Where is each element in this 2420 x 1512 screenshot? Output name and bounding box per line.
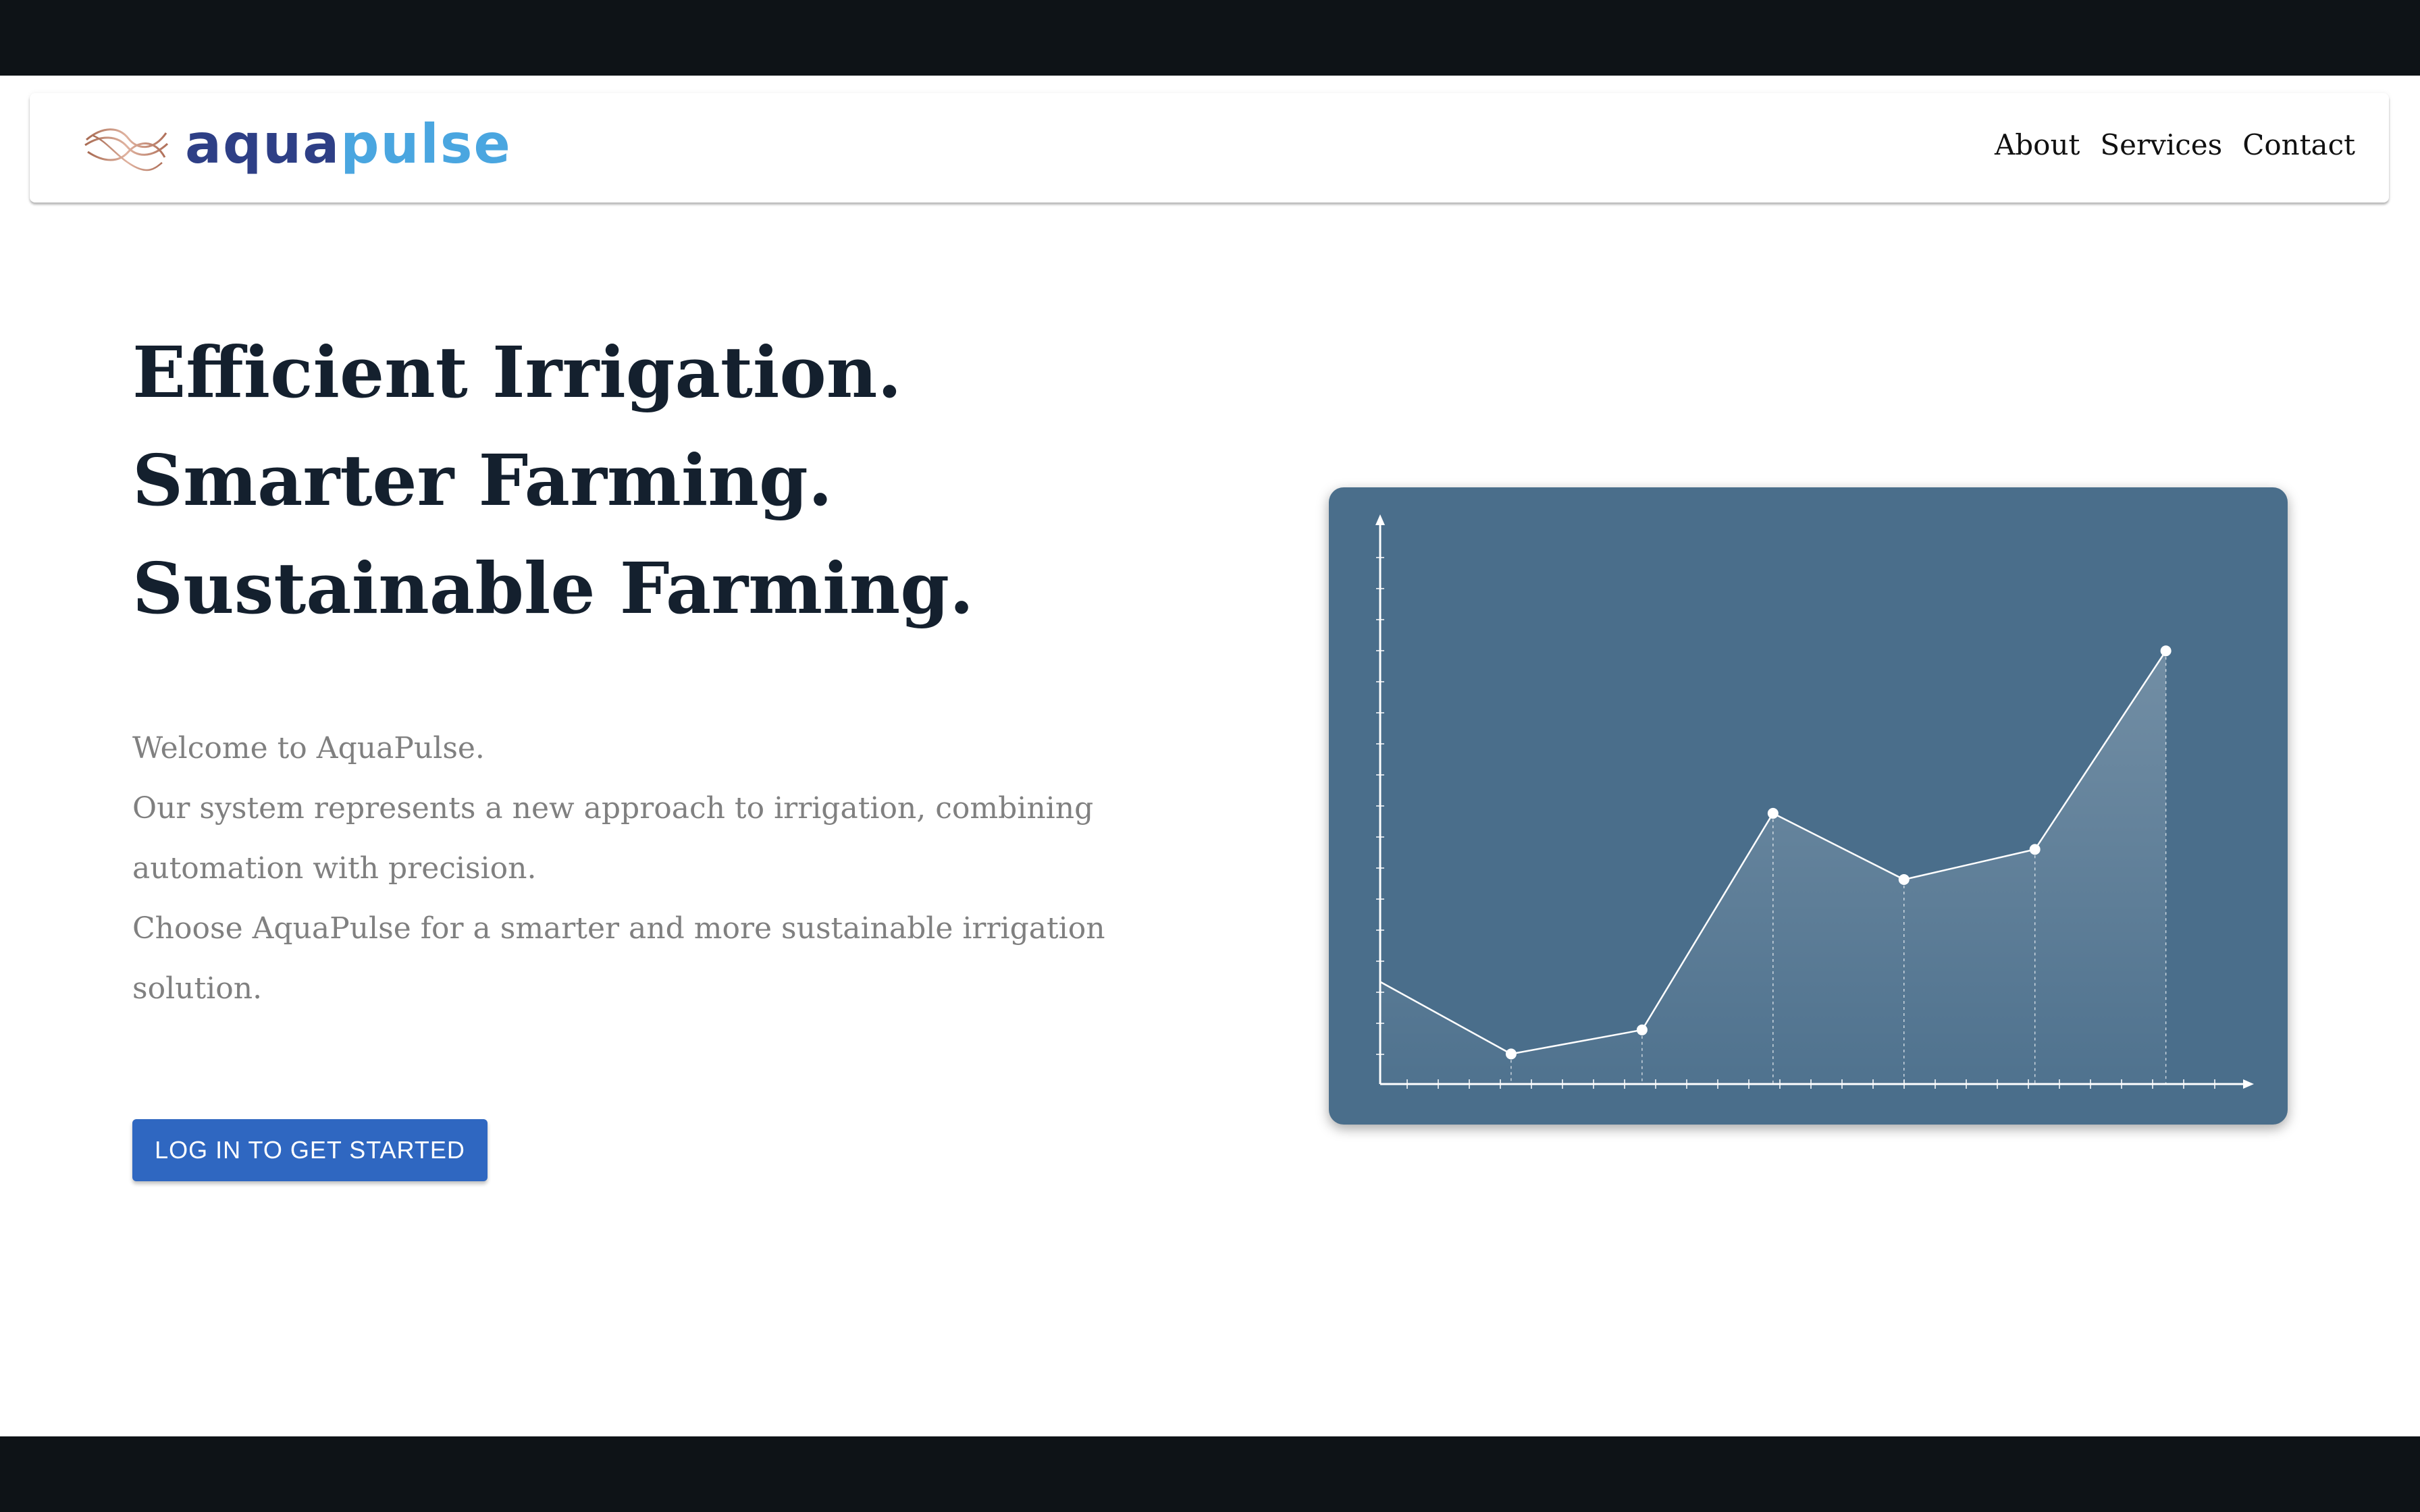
- hero-description: Welcome to AquaPulse. Our system represe…: [132, 718, 1118, 1019]
- hero-headline-line-3: Sustainable Farming.: [132, 547, 974, 630]
- data-point: [2029, 844, 2041, 855]
- data-point: [1767, 807, 1779, 819]
- x-axis-arrow: [2243, 1079, 2254, 1089]
- y-axis-arrow: [1375, 514, 1385, 525]
- data-point: [1898, 873, 1910, 885]
- nav-link-about[interactable]: About: [1995, 128, 2080, 161]
- data-point: [2160, 645, 2172, 657]
- nav-link-services[interactable]: Services: [2100, 128, 2222, 161]
- growth-chart: [1375, 514, 2254, 1089]
- logo-text-aqua: aqua: [185, 113, 341, 176]
- logo[interactable]: aquapulse: [84, 116, 512, 180]
- login-get-started-button[interactable]: LOG IN TO GET STARTED: [132, 1119, 488, 1181]
- chart-card: [1329, 487, 2288, 1125]
- nav-links: About Services Contact: [1995, 128, 2355, 161]
- hero-paragraph-choose: Choose AquaPulse for a smarter and more …: [132, 911, 1105, 1006]
- series-area: [1380, 651, 2166, 1084]
- logo-wave-icon: [84, 128, 169, 171]
- bottom-letterbox-bar: [0, 1436, 2420, 1512]
- top-letterbox-bar: [0, 0, 2420, 76]
- hero-paragraph-welcome: Welcome to AquaPulse.: [132, 731, 485, 765]
- data-point: [1505, 1048, 1517, 1060]
- logo-wordmark: aquapulse: [185, 117, 512, 178]
- navbar: aquapulse About Services Contact: [30, 93, 2389, 202]
- nav-link-contact[interactable]: Contact: [2242, 128, 2355, 161]
- hero-headline-line-1: Efficient Irrigation.: [132, 331, 902, 414]
- hero-headline: Efficient Irrigation. Smarter Farming. S…: [132, 319, 974, 643]
- hero-headline-line-2: Smarter Farming.: [132, 439, 833, 522]
- logo-text-pulse: pulse: [340, 113, 512, 176]
- hero-paragraph-approach: Our system represents a new approach to …: [132, 791, 1094, 886]
- data-point: [1636, 1024, 1648, 1035]
